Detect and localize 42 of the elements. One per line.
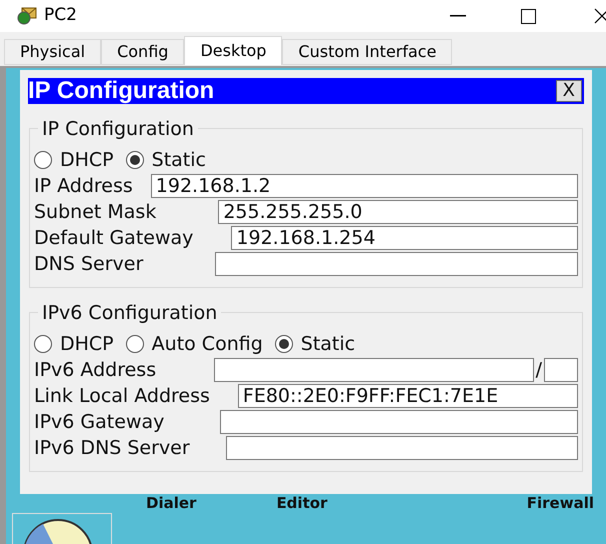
tab[interactable]: Config [101,39,184,65]
prefix-field[interactable] [544,358,578,382]
radio-button[interactable] [34,151,52,169]
field-label: IP Address [34,174,133,199]
radio-label: DHCP [60,148,114,173]
close-icon[interactable] [594,8,606,24]
radio-button[interactable] [274,335,293,353]
app-label: Dialer [146,494,196,513]
input-field[interactable]: 255.255.255.0 [218,200,578,224]
app-label: Firewall [526,494,594,513]
slash-separator: / [534,358,543,383]
input-field[interactable] [226,436,578,460]
radio-label: Static [300,332,356,357]
field-label: Link Local Address [34,384,210,409]
minimize-icon[interactable] [450,15,466,17]
input-field[interactable]: 192.168.1.2 [150,174,578,198]
input-field[interactable]: 192.168.1.254 [231,226,578,250]
radio-label: Auto Config [152,332,263,357]
envelope-icon [16,5,38,27]
dialog-title: IP Configuration [28,79,214,103]
maximize-icon[interactable] [521,8,536,24]
tab[interactable]: Desktop [184,36,282,65]
input-field[interactable] [214,358,534,382]
input-field[interactable] [215,252,578,276]
radio-button[interactable] [34,335,52,353]
field-label: DNS Server [34,252,144,277]
app-label: Editor [276,494,328,513]
input-field[interactable]: FE80::2E0:F9FF:FEC1:7E1E [238,384,578,408]
field-label: IPv6 Gateway [34,410,164,435]
tab[interactable]: Custom Interface [282,39,452,65]
field-label: Subnet Mask [34,200,156,225]
field-label: Default Gateway [34,226,194,251]
tab[interactable]: Physical [4,39,102,65]
close-button[interactable]: X [556,80,582,102]
input-field[interactable] [220,410,578,434]
radio-button[interactable] [126,151,144,169]
radio-label: Static [152,148,206,173]
window-title: PC2 [44,4,77,28]
field-label: IPv6 DNS Server [34,436,190,461]
radio-button[interactable] [126,335,144,353]
field-label: IPv6 Address [34,358,156,383]
radio-label: DHCP [60,332,114,357]
